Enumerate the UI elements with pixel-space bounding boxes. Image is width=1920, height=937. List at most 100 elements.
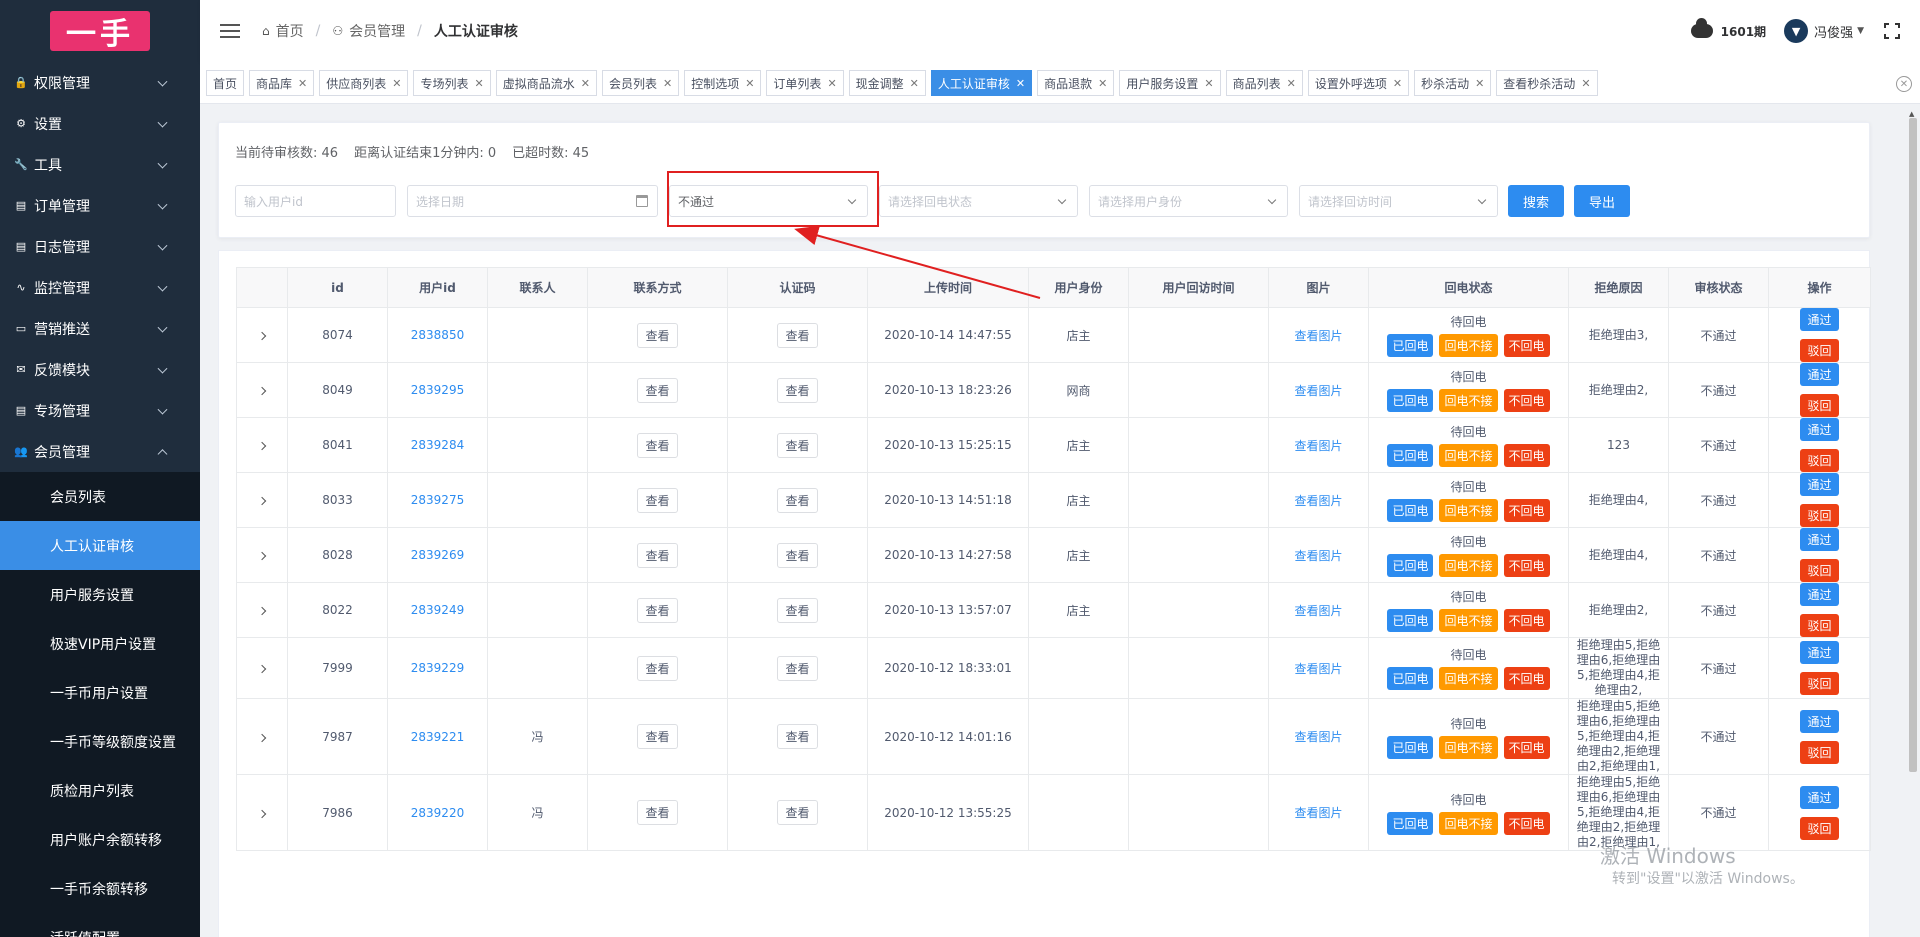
- not-called-button[interactable]: 不回电: [1503, 811, 1550, 835]
- reject-button[interactable]: 驳回: [1800, 504, 1839, 527]
- no-answer-button[interactable]: 回电不接: [1439, 609, 1498, 632]
- no-answer-button[interactable]: 回电不接: [1439, 735, 1498, 759]
- user-id-input[interactable]: 输入用户id: [235, 185, 396, 217]
- reject-button[interactable]: 驳回: [1800, 559, 1839, 582]
- reject-button[interactable]: 驳回: [1800, 339, 1839, 362]
- chevron-right-icon[interactable]: [257, 386, 267, 396]
- close-icon[interactable]: ✕: [1016, 77, 1025, 90]
- pass-button[interactable]: 通过: [1800, 641, 1839, 664]
- sidebar-menu-2[interactable]: 🔧 工具: [0, 144, 200, 185]
- close-icon[interactable]: ✕: [1581, 77, 1590, 90]
- view-image-link[interactable]: 查看图片: [1268, 582, 1369, 638]
- pass-button[interactable]: 通过: [1800, 473, 1839, 496]
- pass-button[interactable]: 通过: [1800, 785, 1839, 809]
- user-id-link[interactable]: 2839269: [387, 527, 488, 583]
- chevron-right-icon[interactable]: [257, 331, 267, 341]
- sidebar-menu-3[interactable]: ▤ 订单管理: [0, 185, 200, 226]
- expand-cell[interactable]: [236, 362, 288, 418]
- no-answer-button[interactable]: 回电不接: [1439, 389, 1498, 412]
- tab-15[interactable]: 查看秒杀活动 ✕: [1496, 70, 1598, 96]
- tab-5[interactable]: 会员列表 ✕: [601, 70, 680, 96]
- scroll-thumb[interactable]: [1909, 118, 1917, 772]
- reject-button[interactable]: 驳回: [1800, 449, 1839, 472]
- sidebar-menu-6[interactable]: ▭ 营销推送: [0, 308, 200, 349]
- sidebar-subitem-5[interactable]: 一手币等级额度设置: [0, 717, 200, 766]
- view-image-link[interactable]: 查看图片: [1268, 472, 1369, 528]
- chevron-right-icon[interactable]: [257, 441, 267, 451]
- tab-0[interactable]: 首页: [206, 70, 245, 96]
- close-icon[interactable]: ✕: [475, 77, 484, 90]
- avatar[interactable]: ▼: [1784, 19, 1809, 43]
- sidebar-menu-0[interactable]: 🔒 权限管理: [0, 62, 200, 103]
- view-code-button[interactable]: 查看: [777, 724, 818, 749]
- close-icon[interactable]: ✕: [910, 77, 919, 90]
- user-name[interactable]: 冯俊强: [1814, 22, 1853, 41]
- sidebar-subitem-0[interactable]: 会员列表: [0, 472, 200, 521]
- close-icon[interactable]: ✕: [1098, 77, 1107, 90]
- sidebar-subitem-4[interactable]: 一手币用户设置: [0, 668, 200, 717]
- tab-6[interactable]: 控制选项 ✕: [684, 70, 762, 96]
- pass-button[interactable]: 通过: [1800, 528, 1839, 551]
- tab-8[interactable]: 现金调整 ✕: [848, 70, 926, 96]
- sidebar-subitem-8[interactable]: 一手币余额转移: [0, 864, 200, 913]
- no-answer-button[interactable]: 回电不接: [1439, 499, 1498, 522]
- tab-7[interactable]: 订单列表 ✕: [766, 70, 844, 96]
- pass-button[interactable]: 通过: [1800, 418, 1839, 441]
- view-contact-button[interactable]: 查看: [637, 322, 678, 348]
- callback-status-select[interactable]: 请选择回电状态: [879, 185, 1078, 217]
- not-called-button[interactable]: 不回电: [1503, 609, 1550, 632]
- tab-10[interactable]: 商品退款 ✕: [1037, 70, 1115, 96]
- view-code-button[interactable]: 查看: [777, 655, 818, 681]
- expand-cell[interactable]: [236, 472, 288, 528]
- close-icon[interactable]: ✕: [298, 77, 307, 90]
- page-scrollbar[interactable]: ▲: [1908, 110, 1918, 937]
- reject-button[interactable]: 驳回: [1800, 672, 1839, 695]
- view-contact-button[interactable]: 查看: [637, 800, 678, 825]
- tab-12[interactable]: 商品列表 ✕: [1225, 70, 1303, 96]
- sidebar-menu-9[interactable]: 👥 会员管理: [0, 431, 200, 472]
- not-called-button[interactable]: 不回电: [1503, 334, 1550, 357]
- view-image-link[interactable]: 查看图片: [1268, 698, 1369, 775]
- chevron-right-icon[interactable]: [257, 496, 267, 506]
- hamburger-icon[interactable]: [220, 20, 240, 42]
- view-image-link[interactable]: 查看图片: [1268, 307, 1369, 363]
- called-button[interactable]: 已回电: [1387, 667, 1434, 690]
- date-picker[interactable]: 选择日期: [407, 185, 658, 217]
- breadcrumb-home[interactable]: ⌂ 首页: [262, 21, 304, 41]
- tab-3[interactable]: 专场列表 ✕: [413, 70, 491, 96]
- expand-cell[interactable]: [236, 774, 288, 851]
- reject-button[interactable]: 驳回: [1800, 614, 1839, 637]
- tab-1[interactable]: 商品库 ✕: [249, 70, 315, 96]
- user-id-link[interactable]: 2838850: [387, 307, 488, 363]
- identity-select[interactable]: 请选择用户身份: [1089, 185, 1288, 217]
- view-code-button[interactable]: 查看: [777, 597, 818, 623]
- expand-cell[interactable]: [236, 417, 288, 473]
- close-icon[interactable]: ✕: [1475, 77, 1484, 90]
- sidebar-menu-8[interactable]: ▤ 专场管理: [0, 390, 200, 431]
- user-id-link[interactable]: 2839221: [387, 698, 488, 775]
- user-id-link[interactable]: 2839249: [387, 582, 488, 638]
- fullscreen-icon[interactable]: [1883, 22, 1901, 40]
- called-button[interactable]: 已回电: [1387, 499, 1434, 522]
- expand-cell[interactable]: [236, 582, 288, 638]
- called-button[interactable]: 已回电: [1387, 735, 1434, 759]
- view-code-button[interactable]: 查看: [777, 377, 818, 403]
- sidebar-menu-4[interactable]: ▤ 日志管理: [0, 226, 200, 267]
- pass-button[interactable]: 通过: [1800, 583, 1839, 606]
- sidebar-subitem-9[interactable]: 活跃值配置: [0, 913, 200, 937]
- tab-13[interactable]: 设置外呼选项 ✕: [1307, 70, 1410, 96]
- view-code-button[interactable]: 查看: [777, 800, 818, 825]
- sidebar-subitem-1[interactable]: 人工认证审核: [0, 521, 200, 570]
- user-id-link[interactable]: 2839295: [387, 362, 488, 418]
- view-code-button[interactable]: 查看: [777, 432, 818, 458]
- close-all-tabs-icon[interactable]: ✕: [1896, 76, 1912, 92]
- pass-button[interactable]: 通过: [1800, 709, 1839, 733]
- view-contact-button[interactable]: 查看: [637, 377, 678, 403]
- tab-14[interactable]: 秒杀活动 ✕: [1414, 70, 1492, 96]
- tab-11[interactable]: 用户服务设置 ✕: [1119, 70, 1221, 96]
- called-button[interactable]: 已回电: [1387, 811, 1434, 835]
- view-contact-button[interactable]: 查看: [637, 655, 678, 681]
- not-called-button[interactable]: 不回电: [1503, 389, 1550, 412]
- pass-button[interactable]: 通过: [1800, 363, 1839, 386]
- close-icon[interactable]: ✕: [392, 77, 401, 90]
